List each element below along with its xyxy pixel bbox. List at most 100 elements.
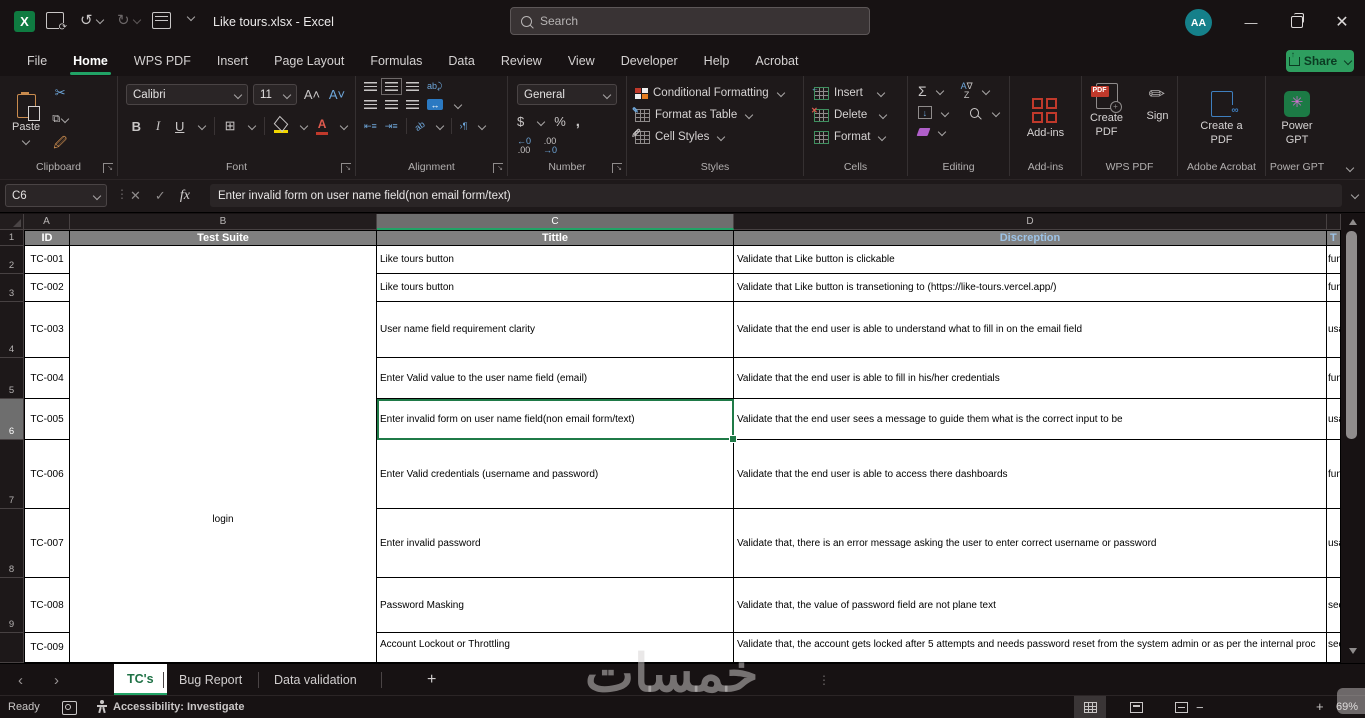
cell-c5[interactable]: Enter Valid value to the user name field… <box>377 358 734 399</box>
cell-a8[interactable]: TC-007 <box>24 509 70 578</box>
cell-styles-button[interactable]: 🖉 Cell Styles <box>632 126 795 148</box>
header-cell-test-suite[interactable]: Test Suite <box>70 230 377 246</box>
align-middle-icon[interactable] <box>381 78 402 95</box>
col-header-a[interactable]: A <box>24 214 70 230</box>
undo-button[interactable]: ↺ <box>80 11 104 29</box>
autosum-icon[interactable]: Σ <box>918 83 927 99</box>
cell-e3[interactable]: fun <box>1327 274 1341 302</box>
row-header-9[interactable]: 9 <box>0 578 24 633</box>
cell-a3[interactable]: TC-002 <box>24 274 70 302</box>
col-header-c[interactable]: C <box>377 214 734 230</box>
text-direction-icon[interactable]: ›¶ <box>460 121 468 131</box>
fill-down-icon[interactable]: ↓ <box>918 106 932 119</box>
grow-font-icon[interactable]: A˄ <box>302 85 322 105</box>
tab-help[interactable]: Help <box>691 45 743 76</box>
sheet-nav-right-icon[interactable]: › <box>54 664 59 696</box>
cell-d4[interactable]: Validate that the end user is able to un… <box>734 302 1327 358</box>
sheet-tab-bug-report[interactable]: Bug Report <box>166 664 255 696</box>
fill-color-button[interactable] <box>273 115 289 133</box>
borders-icon[interactable]: ⊞ <box>224 116 237 136</box>
cell-b-merged-login[interactable]: login <box>70 246 377 663</box>
normal-view-button[interactable] <box>1074 696 1106 718</box>
comma-style-icon[interactable]: , <box>576 113 580 130</box>
tab-page-layout[interactable]: Page Layout <box>261 45 357 76</box>
search-input[interactable]: Search <box>510 7 870 35</box>
wrap-text-icon[interactable]: ab⤸ <box>427 82 442 91</box>
row-header-10[interactable] <box>0 633 24 663</box>
align-right-icon[interactable] <box>406 100 419 109</box>
tab-developer[interactable]: Developer <box>608 45 691 76</box>
bold-button[interactable]: B <box>130 116 143 136</box>
orientation-icon[interactable]: ab <box>412 119 426 133</box>
tab-acrobat[interactable]: Acrobat <box>742 45 811 76</box>
merge-center-icon[interactable]: ↔ <box>427 99 443 110</box>
close-button[interactable]: ✕ <box>1319 0 1365 44</box>
sign-button[interactable]: ✎ Sign <box>1141 82 1175 124</box>
scroll-down-icon[interactable] <box>1349 648 1357 654</box>
cell-c6-selected[interactable]: Enter invalid form on user name field(no… <box>377 399 734 440</box>
increase-decimal-icon[interactable]: ←0.00 <box>517 137 531 155</box>
align-center-icon[interactable] <box>385 100 398 109</box>
cell-d10[interactable]: Validate that, the account gets locked a… <box>734 633 1327 663</box>
cell-d5[interactable]: Validate that the end user is able to fi… <box>734 358 1327 399</box>
cell-d9[interactable]: Validate that, the value of password fie… <box>734 578 1327 633</box>
formula-input[interactable]: Enter invalid form on user name field(no… <box>210 184 1342 207</box>
font-dialog-launcher[interactable]: ↘ <box>341 163 351 173</box>
select-all-corner[interactable] <box>0 214 24 230</box>
format-painter-icon[interactable]: 🖉 <box>50 135 70 155</box>
insert-function-icon[interactable]: fx <box>180 188 190 204</box>
cell-e8[interactable]: usa <box>1327 509 1341 578</box>
row-header-6[interactable]: 6 <box>0 399 24 440</box>
cell-c8[interactable]: Enter invalid password <box>377 509 734 578</box>
cell-d2[interactable]: Validate that Like button is clickable <box>734 246 1327 274</box>
zoom-out-button[interactable]: − <box>1196 700 1204 715</box>
cell-e10[interactable]: sec <box>1327 633 1341 663</box>
sort-filter-icon[interactable]: A∇ Z <box>961 82 973 100</box>
cell-a10[interactable]: TC-009 <box>24 633 70 663</box>
fill-handle[interactable] <box>729 435 737 443</box>
increase-indent-icon[interactable]: ⇥≡ <box>385 121 398 131</box>
font-color-button[interactable]: A <box>316 117 329 135</box>
tab-data[interactable]: Data <box>435 45 487 76</box>
redo-button[interactable]: ↻ <box>117 11 141 29</box>
tab-file[interactable]: File <box>14 45 60 76</box>
cut-icon[interactable]: ✂ <box>50 83 70 103</box>
decrease-decimal-icon[interactable]: .00 →0 <box>543 137 557 155</box>
cell-e4[interactable]: usa <box>1327 302 1341 358</box>
insert-cells-button[interactable]: ← Insert <box>811 82 897 104</box>
collapse-ribbon-icon[interactable] <box>1345 163 1355 173</box>
header-cell-tittle[interactable]: Tittle <box>377 230 734 246</box>
touch-mouse-mode-icon[interactable] <box>152 12 171 29</box>
paste-button[interactable]: Paste <box>12 92 40 146</box>
share-button[interactable]: Share <box>1286 50 1354 72</box>
cell-c4[interactable]: User name field requirement clarity <box>377 302 734 358</box>
cell-c7[interactable]: Enter Valid credentials (username and pa… <box>377 440 734 509</box>
avatar[interactable]: AA <box>1185 9 1212 36</box>
vertical-scroll-thumb[interactable] <box>1346 231 1357 439</box>
cell-a2[interactable]: TC-001 <box>24 246 70 274</box>
qat-dropdown[interactable] <box>184 12 196 22</box>
alignment-dialog-launcher[interactable]: ↘ <box>493 163 503 173</box>
page-layout-view-button[interactable] <box>1120 696 1152 718</box>
delete-cells-button[interactable]: ✕ Delete <box>811 104 897 126</box>
cell-e9[interactable]: sec <box>1327 578 1341 633</box>
row-header-2[interactable]: 2 <box>0 246 24 274</box>
tab-home[interactable]: Home <box>60 45 121 76</box>
cell-d3[interactable]: Validate that Like button is transetioni… <box>734 274 1327 302</box>
align-top-icon[interactable] <box>364 82 377 91</box>
tab-view[interactable]: View <box>555 45 608 76</box>
cell-d7[interactable]: Validate that the end user is able to ac… <box>734 440 1327 509</box>
cell-e7[interactable]: fun <box>1327 440 1341 509</box>
header-cell-type-partial[interactable]: T <box>1327 230 1341 246</box>
align-left-icon[interactable] <box>364 100 377 109</box>
cell-a7[interactable]: TC-006 <box>24 440 70 509</box>
format-cells-button[interactable]: Format <box>814 126 897 148</box>
addins-button[interactable]: Add-ins <box>1027 97 1064 141</box>
row-header-3[interactable]: 3 <box>0 274 24 302</box>
enter-icon[interactable]: ✓ <box>155 188 166 204</box>
row-header-4[interactable]: 4 <box>0 302 24 358</box>
clipboard-dialog-launcher[interactable]: ↘ <box>103 163 113 173</box>
shrink-font-icon[interactable]: A˅ <box>327 85 347 105</box>
scroll-up-icon[interactable] <box>1349 219 1357 225</box>
cell-a9[interactable]: TC-008 <box>24 578 70 633</box>
